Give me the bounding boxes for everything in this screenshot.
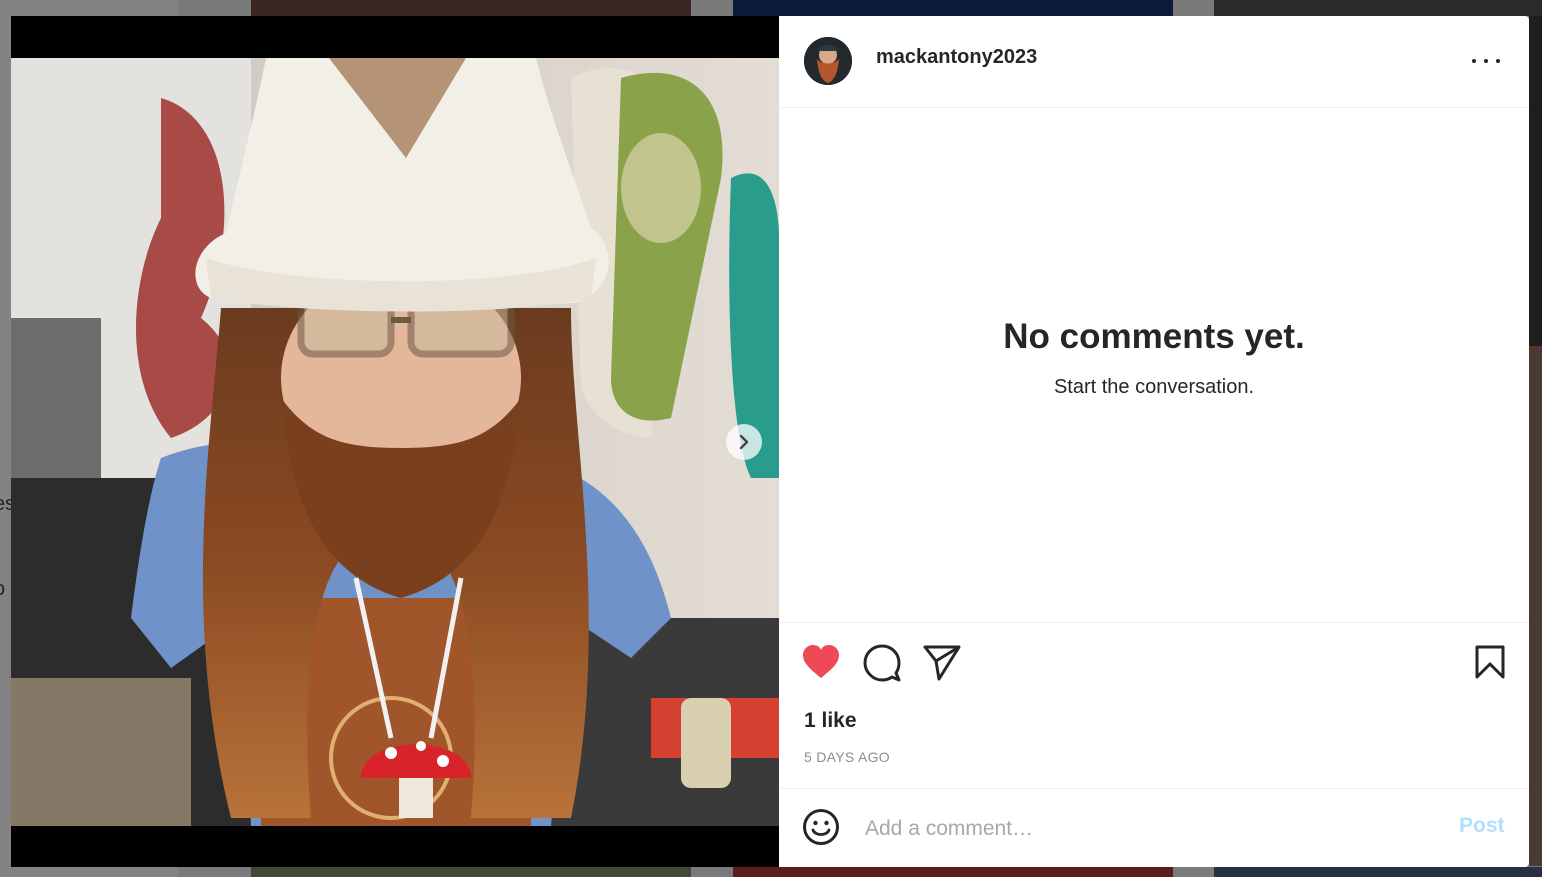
save-button[interactable] — [1475, 645, 1505, 684]
comment-input[interactable] — [863, 813, 1427, 845]
comment-bar: Post — [779, 788, 1529, 868]
avatar-image — [804, 37, 852, 85]
emoji-button[interactable] — [802, 808, 840, 851]
send-icon — [923, 645, 961, 681]
post-photo — [11, 58, 779, 826]
post-timestamp: 5 DAYS AGO — [804, 749, 890, 765]
emoji-icon — [803, 809, 839, 845]
post-actions: 1 like 5 DAYS AGO — [779, 622, 1529, 788]
background-feed-tile — [733, 867, 1173, 877]
chevron-right-icon — [739, 434, 749, 450]
bookmark-icon — [1475, 645, 1505, 679]
post-username[interactable]: mackantony2023 — [876, 46, 1037, 69]
like-count[interactable]: 1 like — [804, 709, 857, 733]
background-feed-tile — [1214, 0, 1542, 16]
comment-icon — [863, 644, 901, 682]
background-feed-tile — [251, 0, 691, 16]
more-options-icon — [1496, 59, 1500, 63]
background-feed-tile — [1529, 346, 1542, 866]
more-options-icon — [1484, 59, 1488, 63]
post-details-panel: mackantony2023 No comments yet. Start th… — [779, 16, 1529, 867]
background-feed-tile — [1529, 16, 1542, 346]
post-media — [11, 16, 779, 867]
next-image-button[interactable] — [726, 424, 762, 460]
avatar[interactable] — [804, 37, 852, 85]
empty-comments-subtitle: Start the conversation. — [1053, 376, 1255, 398]
empty-comments-title: No comments yet. — [1003, 317, 1305, 356]
background-text: o — [0, 578, 5, 601]
more-options-icon — [1472, 59, 1476, 63]
background-feed-tile — [733, 0, 1173, 16]
post-header: mackantony2023 — [779, 16, 1529, 108]
share-button[interactable] — [923, 645, 961, 686]
like-button[interactable] — [802, 644, 840, 685]
background-feed-tile — [251, 867, 691, 877]
heart-icon — [803, 645, 839, 678]
comment-button[interactable] — [863, 644, 901, 687]
post-comment-button[interactable]: Post — [1459, 814, 1505, 838]
background-feed-tile — [1214, 867, 1542, 877]
post-photo-illustration — [11, 58, 779, 826]
more-options-button[interactable] — [1469, 48, 1503, 74]
